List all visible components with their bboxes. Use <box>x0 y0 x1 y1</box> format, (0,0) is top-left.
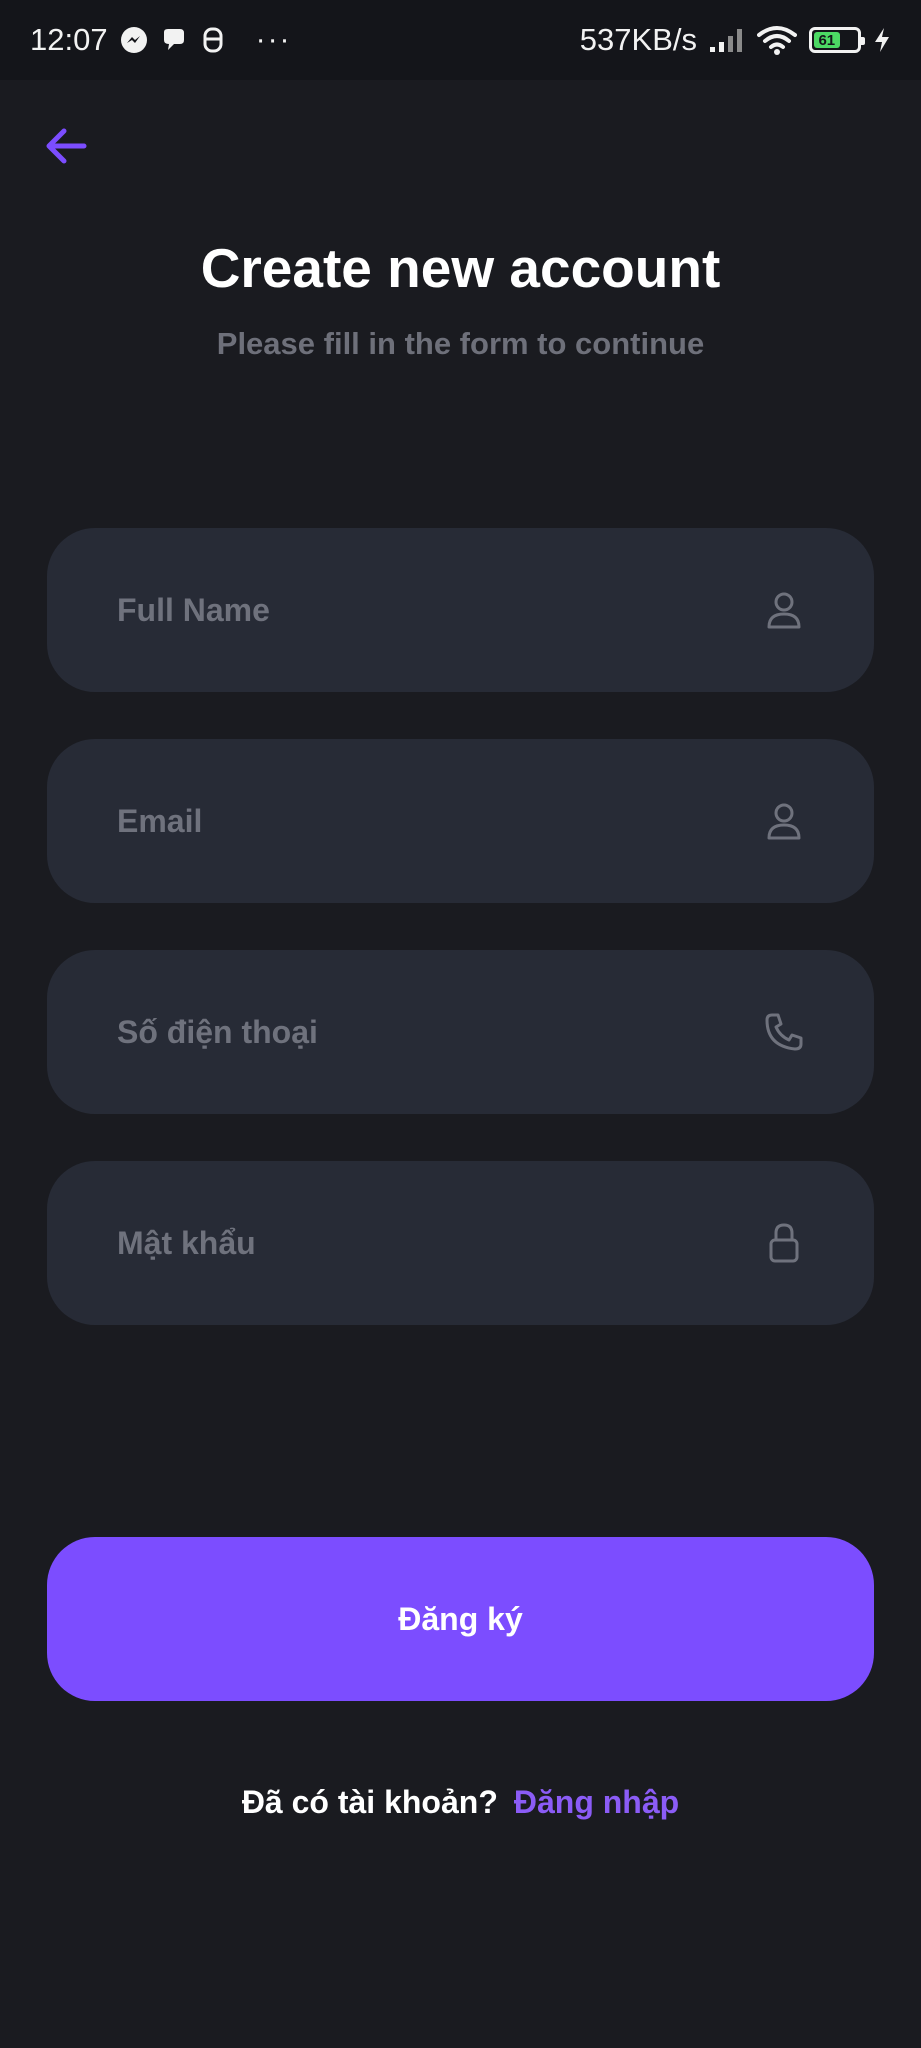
phone-input[interactable] <box>117 1002 764 1062</box>
wifi-icon <box>757 25 797 55</box>
user-icon <box>764 590 804 630</box>
back-button[interactable] <box>42 122 90 170</box>
login-prompt: Đã có tài khoản? Đăng nhập <box>0 1784 921 1821</box>
network-speed: 537KB/s <box>579 22 697 57</box>
password-field[interactable] <box>47 1161 874 1325</box>
messenger-icon <box>120 26 148 54</box>
battery-level: 61 <box>814 32 840 49</box>
phone-icon <box>764 1012 804 1052</box>
signal-bars-icon <box>709 27 745 53</box>
status-bar-left: 12:07 ··· <box>30 22 292 58</box>
page-subtitle: Please fill in the form to continue <box>216 326 705 361</box>
user-icon <box>764 801 804 841</box>
password-input[interactable] <box>117 1213 764 1273</box>
status-bar: 12:07 ··· 537KB/s 61 <box>0 0 921 80</box>
have-account-text: Đã có tài khoản? <box>241 1784 498 1820</box>
register-screen: 12:07 ··· 537KB/s 61 Create new account … <box>0 0 921 2048</box>
battery-icon: 61 <box>809 27 865 53</box>
email-field[interactable] <box>47 739 874 903</box>
register-button[interactable]: Đăng ký <box>47 1537 874 1701</box>
more-notifications-icon: ··· <box>255 23 292 56</box>
email-input[interactable] <box>117 791 764 851</box>
chat-bubble-icon <box>160 26 188 54</box>
status-bar-right: 537KB/s 61 <box>580 22 891 58</box>
page-title: Create new account <box>200 237 721 299</box>
phone-field[interactable] <box>47 950 874 1114</box>
full-name-input[interactable] <box>117 580 764 640</box>
lock-icon <box>764 1223 804 1263</box>
charging-bolt-icon <box>873 27 891 53</box>
full-name-field[interactable] <box>47 528 874 692</box>
app-notification-icon <box>200 26 226 54</box>
arrow-left-icon <box>46 128 87 164</box>
status-time: 12:07 <box>30 22 108 57</box>
login-link[interactable]: Đăng nhập <box>514 1784 679 1821</box>
